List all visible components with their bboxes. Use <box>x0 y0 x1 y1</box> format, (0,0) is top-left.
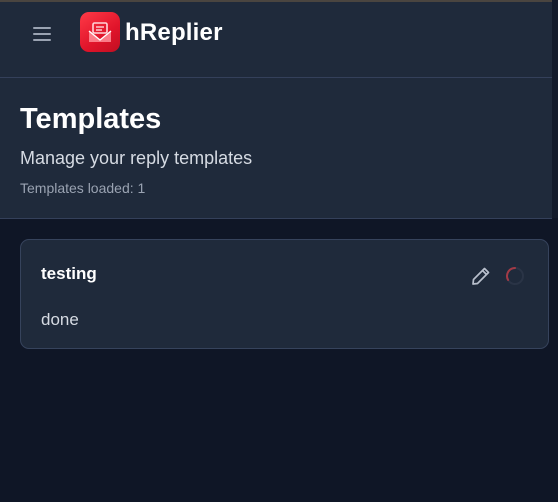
app-name: hReplier <box>125 19 223 46</box>
page-subtitle: Manage your reply templates <box>20 148 253 168</box>
template-body: done <box>41 310 79 329</box>
hreplier-logo-icon <box>80 12 120 52</box>
page-header: Templates Manage your reply templates Te… <box>0 78 552 219</box>
page-title: Templates <box>20 103 162 135</box>
pencil-icon[interactable] <box>469 264 493 288</box>
loading-spinner-icon <box>503 264 527 288</box>
hamburger-menu-icon[interactable] <box>24 24 60 44</box>
templates-loaded-status: Templates loaded: 1 <box>20 180 146 196</box>
app-root: hReplier Templates Manage your reply tem… <box>0 0 558 502</box>
window-right-edge <box>552 0 558 218</box>
template-title: testing <box>41 264 97 283</box>
template-card: testing done <box>20 239 549 349</box>
app-header: hReplier <box>0 2 552 78</box>
